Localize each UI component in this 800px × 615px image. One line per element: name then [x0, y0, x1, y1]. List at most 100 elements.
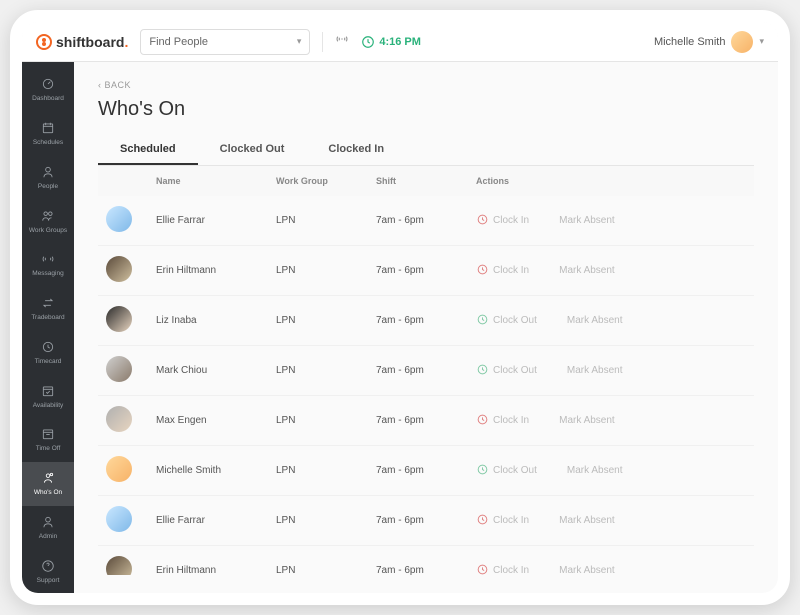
cell-shift: 7am - 6pm	[376, 515, 476, 526]
sidebar-item-support[interactable]: Support	[22, 549, 74, 593]
table-row: Erin Hiltmann LPN 7am - 6pm Clock In Mar…	[98, 546, 754, 575]
sidebar-item-label: Timecard	[35, 358, 62, 365]
sidebar-item-messaging[interactable]: Messaging	[22, 243, 74, 287]
cell-shift: 7am - 6pm	[376, 315, 476, 326]
sidebar-item-label: Time Off	[36, 445, 61, 452]
tab-clocked-out[interactable]: Clocked Out	[198, 135, 307, 165]
col-work-group: Work Group	[276, 176, 376, 186]
cell-name: Max Engen	[156, 415, 276, 426]
sidebar-item-label: Admin	[39, 533, 57, 540]
avatar	[106, 256, 132, 282]
avatar	[106, 406, 132, 432]
broadcast-icon[interactable]	[335, 32, 349, 51]
logo-icon	[36, 34, 52, 50]
avail-icon	[41, 384, 55, 400]
search-input[interactable]: Find People ▾	[140, 29, 310, 55]
sidebar: DashboardSchedulesPeopleWork GroupsMessa…	[22, 62, 74, 593]
cell-name: Ellie Farrar	[156, 215, 276, 226]
swap-icon	[41, 296, 55, 312]
mark-absent-button[interactable]: Mark Absent	[559, 215, 615, 226]
clock-icon	[476, 563, 489, 576]
avatar	[106, 456, 132, 482]
logo-text: shiftboard.	[56, 34, 128, 50]
cell-shift: 7am - 6pm	[376, 265, 476, 276]
mark-absent-button[interactable]: Mark Absent	[567, 365, 623, 376]
search-placeholder: Find People	[149, 36, 208, 48]
sidebar-item-label: Availability	[33, 402, 64, 409]
sidebar-item-time-off[interactable]: Time Off	[22, 418, 74, 462]
mark-absent-button[interactable]: Mark Absent	[567, 465, 623, 476]
cell-shift: 7am - 6pm	[376, 565, 476, 575]
clock-icon	[476, 313, 489, 329]
chevron-down-icon: ▾	[297, 36, 302, 47]
main-content: ‹ BACK Who's On ScheduledClocked OutCloc…	[74, 62, 778, 593]
cell-shift: 7am - 6pm	[376, 465, 476, 476]
sidebar-item-label: Who's On	[34, 489, 62, 496]
clock-in-button[interactable]: Clock In	[476, 513, 529, 529]
header-bar: shiftboard. Find People ▾ 4:16 PM Michel…	[22, 22, 778, 62]
cell-group: LPN	[276, 265, 376, 276]
mark-absent-button[interactable]: Mark Absent	[567, 315, 623, 326]
clock-in-button[interactable]: Clock In	[476, 213, 529, 229]
clock-icon	[476, 363, 489, 379]
avatar	[731, 31, 753, 53]
avatar	[106, 356, 132, 382]
support-icon	[41, 559, 55, 575]
clock-out-button[interactable]: Clock Out	[476, 463, 537, 479]
sidebar-item-dashboard[interactable]: Dashboard	[22, 68, 74, 112]
clock-icon	[41, 340, 55, 356]
sidebar-item-timecard[interactable]: Timecard	[22, 331, 74, 375]
sidebar-item-work-groups[interactable]: Work Groups	[22, 199, 74, 243]
avatar	[106, 556, 132, 575]
sidebar-item-people[interactable]: People	[22, 156, 74, 200]
user-menu[interactable]: Michelle Smith ▾	[654, 31, 764, 53]
mark-absent-button[interactable]: Mark Absent	[559, 515, 615, 526]
clock-in-button[interactable]: Clock In	[476, 413, 529, 429]
timeoff-icon	[41, 427, 55, 443]
sidebar-item-admin[interactable]: Admin	[22, 506, 74, 550]
clock-icon	[476, 463, 489, 479]
mark-absent-button[interactable]: Mark Absent	[559, 265, 615, 276]
sidebar-item-schedules[interactable]: Schedules	[22, 112, 74, 156]
cell-group: LPN	[276, 215, 376, 226]
mark-absent-button[interactable]: Mark Absent	[559, 415, 615, 426]
person-icon	[41, 165, 55, 181]
user-name: Michelle Smith	[654, 36, 726, 48]
cell-name: Erin Hiltmann	[156, 565, 276, 575]
logo[interactable]: shiftboard.	[36, 34, 128, 50]
cell-shift: 7am - 6pm	[376, 415, 476, 426]
table-header: Name Work Group Shift Actions	[98, 166, 754, 196]
mark-absent-button[interactable]: Mark Absent	[559, 565, 615, 575]
broadcast-icon	[41, 252, 55, 268]
cell-group: LPN	[276, 315, 376, 326]
table-row: Max Engen LPN 7am - 6pm Clock In Mark Ab…	[98, 396, 754, 446]
col-shift: Shift	[376, 176, 476, 186]
avatar	[106, 306, 132, 332]
sidebar-item-availability[interactable]: Availability	[22, 374, 74, 418]
clock-out-button[interactable]: Clock Out	[476, 363, 537, 379]
clock-in-button[interactable]: Clock In	[476, 563, 529, 576]
table-row: Liz Inaba LPN 7am - 6pm Clock Out Mark A…	[98, 296, 754, 346]
calendar-icon	[41, 121, 55, 137]
page-title: Who's On	[98, 98, 754, 121]
col-actions: Actions	[476, 176, 746, 186]
cell-name: Ellie Farrar	[156, 515, 276, 526]
cell-group: LPN	[276, 465, 376, 476]
table-row: Mark Chiou LPN 7am - 6pm Clock Out Mark …	[98, 346, 754, 396]
cell-group: LPN	[276, 515, 376, 526]
tab-clocked-in[interactable]: Clocked In	[306, 135, 406, 165]
table-row: Erin Hiltmann LPN 7am - 6pm Clock In Mar…	[98, 246, 754, 296]
tab-scheduled[interactable]: Scheduled	[98, 135, 198, 165]
back-link[interactable]: ‹ BACK	[98, 80, 754, 90]
table-row: Michelle Smith LPN 7am - 6pm Clock Out M…	[98, 446, 754, 496]
table: Name Work Group Shift Actions Ellie Farr…	[98, 166, 754, 575]
chevron-down-icon: ▾	[759, 36, 764, 47]
clock-out-button[interactable]: Clock Out	[476, 313, 537, 329]
cell-group: LPN	[276, 565, 376, 575]
cell-group: LPN	[276, 415, 376, 426]
table-row: Ellie Farrar LPN 7am - 6pm Clock In Mark…	[98, 196, 754, 246]
clock-in-button[interactable]: Clock In	[476, 263, 529, 279]
sidebar-item-who-s-on[interactable]: Who's On	[22, 462, 74, 506]
sidebar-item-tradeboard[interactable]: Tradeboard	[22, 287, 74, 331]
cell-shift: 7am - 6pm	[376, 215, 476, 226]
